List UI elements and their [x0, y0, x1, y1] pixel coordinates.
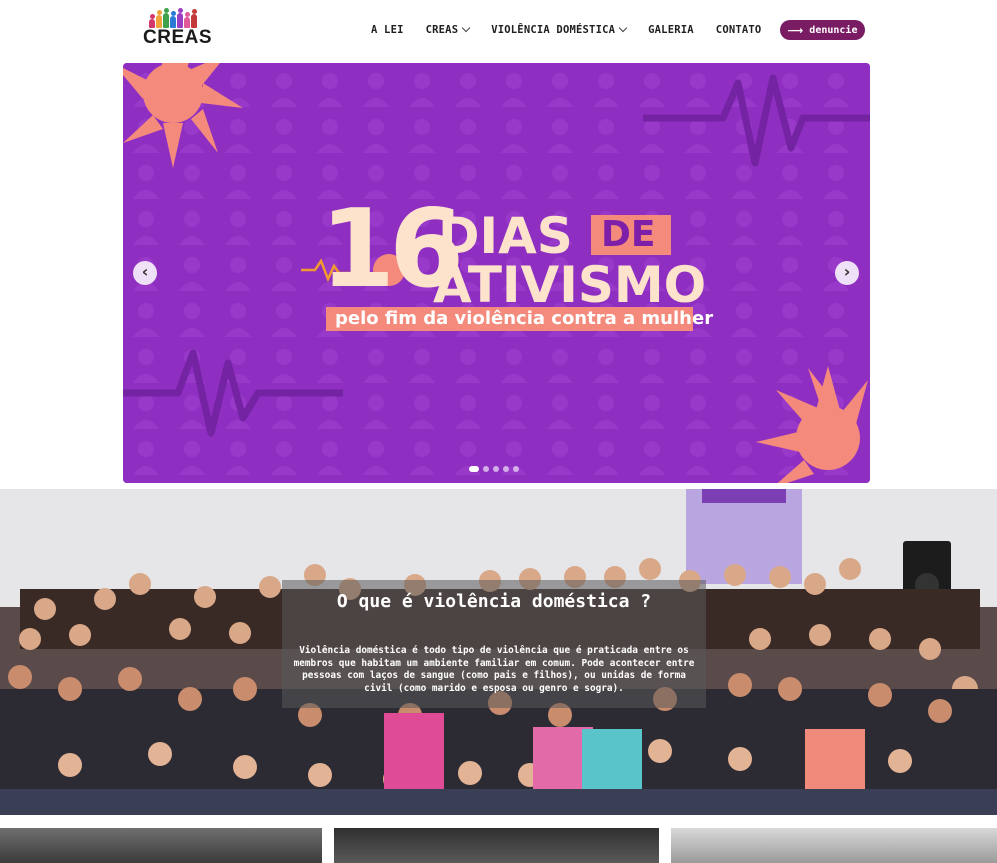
logo-text: CREAS [143, 27, 213, 48]
carousel-indicators [469, 466, 519, 472]
people-figures-icon [149, 8, 197, 28]
nav-item-violencia-domestica[interactable]: VIOLÊNCIA DOMÉSTICA [491, 23, 628, 36]
carousel-dot[interactable] [513, 466, 519, 472]
card-image-3[interactable] [671, 828, 997, 863]
nav-item-label: CONTATO [715, 24, 762, 36]
nav-item-contato[interactable]: CONTATO [716, 24, 762, 36]
info-title: O que é violência doméstica ? [336, 591, 652, 612]
nav-item-galeria[interactable]: GALERIA [648, 24, 694, 36]
carousel-prev-button[interactable]: ‹ [133, 261, 157, 285]
nav-item-creas[interactable]: CREAS [425, 23, 471, 36]
carousel-dot[interactable] [469, 466, 479, 472]
card-image-2[interactable] [334, 828, 659, 863]
slide-line2: ATIVISMO [433, 256, 707, 314]
info-text: Violência doméstica é todo tipo de violê… [293, 645, 695, 694]
nav-item-label: VIOLÊNCIA DOMÉSTICA [491, 24, 616, 36]
carousel-dot[interactable] [503, 466, 509, 472]
nav-item-label: CREAS [425, 24, 459, 36]
chevron-down-icon [618, 23, 628, 33]
carousel-dot[interactable] [493, 466, 499, 472]
carousel-next-button[interactable]: › [835, 261, 859, 285]
arrow-right-icon: ⟶ [787, 23, 804, 37]
main-nav: A LEI CREAS VIOLÊNCIA DOMÉSTICA GALERIA … [360, 18, 772, 42]
nav-item-a-lei[interactable]: A LEI [371, 24, 404, 36]
nav-item-label: GALERIA [648, 24, 694, 36]
slide-line1: DIAS [438, 207, 573, 265]
chevron-down-icon [461, 23, 471, 33]
slide-subtitle: pelo fim da violência contra a mulher [335, 308, 714, 329]
slide-line1-badge: DE [601, 214, 656, 255]
carousel-dot[interactable] [483, 466, 489, 472]
card-image-1[interactable] [0, 828, 322, 863]
hero-carousel: 16 DIAS DE ATIVISMO pelo fim da violênci… [123, 63, 870, 483]
creas-logo[interactable]: CREAS [143, 6, 215, 48]
site-header: CREAS A LEI CREAS VIOLÊNCIA DOMÉSTICA GA… [0, 0, 997, 60]
nav-item-label: A LEI [371, 24, 404, 36]
denuncie-button[interactable]: ⟶ denuncie [780, 20, 865, 40]
denuncie-label: denuncie [809, 24, 858, 36]
